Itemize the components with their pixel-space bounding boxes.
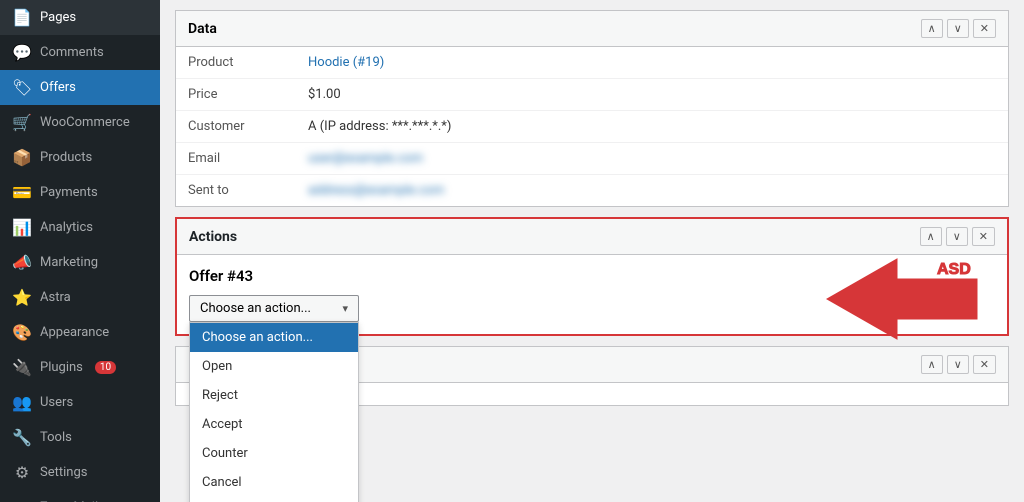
offer-title: Offer #43 (189, 267, 995, 285)
settings-icon: ⚙ (12, 463, 32, 482)
actions-body: Offer #43 Choose an action... ▾ Choose a… (177, 255, 1007, 334)
zeptomail-icon: ✉ (12, 498, 32, 502)
bottom-panel-controls: ∧ ∨ ✕ (921, 355, 996, 374)
sidebar-item-label: Tools (40, 430, 72, 445)
dropdown-option-complete[interactable]: Complete (190, 497, 358, 502)
sidebar-item-products[interactable]: 📦 Products (0, 140, 160, 175)
data-panel-title: Data (188, 21, 217, 37)
sidebar-item-label: Products (40, 150, 92, 165)
dropdown-container: Choose an action... ▾ Choose an action..… (189, 295, 359, 322)
row-value: $1.00 (296, 79, 1008, 111)
comments-icon: 💬 (12, 43, 32, 62)
dropdown-selected-label: Choose an action... (200, 301, 311, 316)
row-value: address@example.com (296, 175, 1008, 207)
action-dropdown-menu: Choose an action... Open Reject Accept C… (189, 322, 359, 502)
actions-panel-up-btn[interactable]: ∧ (920, 227, 942, 246)
row-value: Hoodie (#19) (296, 47, 1008, 79)
data-panel-controls: ∧ ∨ ✕ (921, 19, 996, 38)
sidebar: 📄 Pages 💬 Comments 🏷 Offers 🛒 WooCommerc… (0, 0, 160, 502)
sidebar-item-offers[interactable]: 🏷 Offers (0, 70, 160, 105)
data-panel: Data ∧ ∨ ✕ Product Hoodie (#19) Price $1… (175, 10, 1009, 207)
row-label: Sent to (176, 175, 296, 207)
dropdown-option-accept[interactable]: Accept (190, 410, 358, 439)
sidebar-item-label: Payments (40, 185, 98, 200)
actions-panel: Actions ∧ ∨ ✕ Offer #43 Choose an action… (175, 217, 1009, 336)
row-value: A (IP address: ***.***.*.*) (296, 111, 1008, 143)
data-panel-header: Data ∧ ∨ ✕ (176, 11, 1008, 47)
astra-icon: ⭐ (12, 288, 32, 307)
marketing-icon: 📣 (12, 253, 32, 272)
bottom-panel-up-btn[interactable]: ∧ (921, 355, 943, 374)
sidebar-item-label: Settings (40, 465, 87, 480)
data-panel-down-btn[interactable]: ∨ (947, 19, 969, 38)
table-row: Email user@example.com (176, 143, 1008, 175)
sidebar-item-users[interactable]: 👥 Users (0, 385, 160, 420)
chevron-down-icon: ▾ (342, 302, 348, 315)
sidebar-item-label: Analytics (40, 220, 93, 235)
sidebar-item-appearance[interactable]: 🎨 Appearance (0, 315, 160, 350)
data-panel-close-btn[interactable]: ✕ (973, 19, 996, 38)
dropdown-option-cancel[interactable]: Cancel (190, 468, 358, 497)
table-row: Product Hoodie (#19) (176, 47, 1008, 79)
sidebar-item-label: Plugins (40, 360, 83, 375)
actions-panel-header: Actions ∧ ∨ ✕ (177, 219, 1007, 255)
sidebar-item-label: Comments (40, 45, 104, 60)
sidebar-item-comments[interactable]: 💬 Comments (0, 35, 160, 70)
sidebar-item-label: Pages (40, 10, 76, 25)
table-row: Customer A (IP address: ***.***.*.*) (176, 111, 1008, 143)
email-value: user@example.com (308, 151, 423, 166)
sidebar-item-plugins[interactable]: 🔌 Plugins 10 (0, 350, 160, 385)
products-icon: 📦 (12, 148, 32, 167)
bottom-panel-down-btn[interactable]: ∨ (947, 355, 969, 374)
row-label: Product (176, 47, 296, 79)
offers-icon: 🏷 (12, 78, 32, 97)
dropdown-option-open[interactable]: Open (190, 352, 358, 381)
actions-panel-close-btn[interactable]: ✕ (972, 227, 995, 246)
users-icon: 👥 (12, 393, 32, 412)
data-table: Product Hoodie (#19) Price $1.00 Custome… (176, 47, 1008, 206)
action-dropdown-trigger[interactable]: Choose an action... ▾ (189, 295, 359, 322)
sidebar-item-pages[interactable]: 📄 Pages (0, 0, 160, 35)
sidebar-item-label: Users (40, 395, 73, 410)
sidebar-item-marketing[interactable]: 📣 Marketing (0, 245, 160, 280)
row-label: Price (176, 79, 296, 111)
table-row: Price $1.00 (176, 79, 1008, 111)
sidebar-item-analytics[interactable]: 📊 Analytics (0, 210, 160, 245)
sidebar-item-astra[interactable]: ⭐ Astra (0, 280, 160, 315)
main-content: Data ∧ ∨ ✕ Product Hoodie (#19) Price $1… (160, 0, 1024, 502)
sent-to-value: address@example.com (308, 183, 444, 198)
sidebar-item-settings[interactable]: ⚙ Settings (0, 455, 160, 490)
plugins-badge: 10 (95, 361, 116, 374)
actions-panel-controls: ∧ ∨ ✕ (920, 227, 995, 246)
row-label: Email (176, 143, 296, 175)
pages-icon: 📄 (12, 8, 32, 27)
sidebar-item-payments[interactable]: 💳 Payments (0, 175, 160, 210)
sidebar-item-label: Appearance (40, 325, 109, 340)
dropdown-option-choose[interactable]: Choose an action... (190, 323, 358, 352)
plugins-icon: 🔌 (12, 358, 32, 377)
dropdown-option-reject[interactable]: Reject (190, 381, 358, 410)
tools-icon: 🔧 (12, 428, 32, 447)
bottom-panel-close-btn[interactable]: ✕ (973, 355, 996, 374)
woocommerce-icon: 🛒 (12, 113, 32, 132)
payments-icon: 💳 (12, 183, 32, 202)
actions-panel-title: Actions (189, 229, 237, 245)
table-row: Sent to address@example.com (176, 175, 1008, 207)
sidebar-item-label: WooCommerce (40, 115, 130, 130)
sidebar-item-label: Offers (40, 80, 76, 95)
analytics-icon: 📊 (12, 218, 32, 237)
dropdown-option-counter[interactable]: Counter (190, 439, 358, 468)
sidebar-item-tools[interactable]: 🔧 Tools (0, 420, 160, 455)
product-link[interactable]: Hoodie (#19) (308, 55, 384, 70)
actions-panel-down-btn[interactable]: ∨ (946, 227, 968, 246)
sidebar-item-woocommerce[interactable]: 🛒 WooCommerce (0, 105, 160, 140)
row-value: user@example.com (296, 143, 1008, 175)
row-label: Customer (176, 111, 296, 143)
data-panel-up-btn[interactable]: ∧ (921, 19, 943, 38)
sidebar-item-label: Marketing (40, 255, 98, 270)
appearance-icon: 🎨 (12, 323, 32, 342)
sidebar-item-label: Astra (40, 290, 71, 305)
sidebar-item-zeptomail[interactable]: ✉ ZeptoMail (0, 490, 160, 502)
